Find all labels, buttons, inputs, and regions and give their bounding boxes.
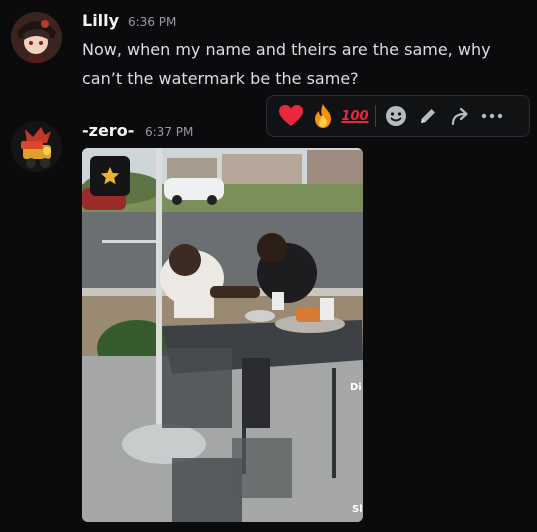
hundred-reaction-button[interactable]: 100 [339, 100, 371, 132]
forward-button[interactable] [444, 100, 476, 132]
forward-icon [451, 107, 468, 126]
heart-emoji-icon [279, 105, 303, 126]
message-actions-toolbar: 100 [266, 95, 530, 137]
username-lilly[interactable]: Lilly [82, 11, 119, 30]
timestamp-zero: 6:37 PM [145, 125, 194, 139]
timestamp-lilly: 6:36 PM [128, 15, 177, 29]
star-icon [100, 166, 120, 185]
video-attachment[interactable]: Di Sl [82, 148, 363, 522]
favorite-button[interactable] [90, 156, 130, 196]
video-edge-text: Di [350, 382, 362, 393]
add-reaction-button[interactable] [380, 100, 412, 132]
fire-emoji-icon [315, 104, 331, 128]
message-text-line: Now, when my name and theirs are the sam… [82, 40, 491, 59]
fire-reaction-button[interactable] [307, 100, 339, 132]
message-text: Now, when my name and theirs are the sam… [82, 35, 491, 93]
hundred-points-emoji-icon: 100 [341, 108, 369, 124]
more-options-icon [481, 113, 503, 119]
edit-icon [421, 109, 435, 123]
message-text-line: can’t the watermark be the same? [82, 69, 359, 88]
username-zero[interactable]: -zero- [82, 121, 134, 140]
avatar-zero[interactable] [11, 121, 62, 172]
video-edge-text: Sl [352, 504, 363, 515]
edit-button[interactable] [412, 100, 444, 132]
toolbar-divider [375, 105, 376, 127]
avatar-lilly[interactable] [11, 12, 62, 63]
heart-reaction-button[interactable] [275, 100, 307, 132]
video-frame [82, 148, 363, 522]
add-reaction-icon [386, 106, 406, 126]
more-options-button[interactable] [476, 100, 508, 132]
